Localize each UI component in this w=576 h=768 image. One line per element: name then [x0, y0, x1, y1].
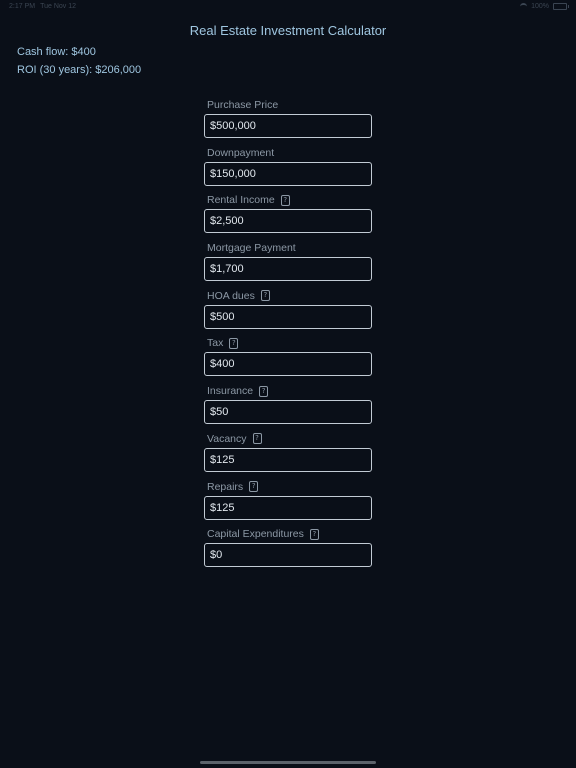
purchase-price-input[interactable] [204, 114, 372, 138]
insurance-label: Insurance [207, 385, 254, 398]
downpayment-label: Downpayment [207, 146, 275, 159]
page-title: Real Estate Investment Calculator [189, 23, 387, 38]
help-icon[interactable]: ? [252, 433, 262, 445]
field-label: Rental Income ? [204, 193, 372, 207]
cash-flow-result: Cash flow: $400 [17, 46, 96, 58]
downpayment-field: Downpayment [204, 146, 372, 194]
status-left: 2:17 PM Tue Nov 12 [9, 3, 76, 10]
field-label: Insurance ? [204, 384, 372, 398]
field-label: Mortgage Payment [204, 241, 372, 255]
capital-expenditures-label: Capital Expenditures [207, 528, 304, 541]
field-label: Repairs ? [204, 480, 372, 494]
vacancy-label: Vacancy [207, 432, 247, 445]
help-icon[interactable]: ? [309, 528, 319, 540]
calculator-form: Purchase Price Downpayment Rental Income… [204, 98, 372, 575]
rental-income-input[interactable] [204, 209, 372, 234]
field-label: Downpayment [204, 146, 372, 160]
hoa-dues-input[interactable] [204, 304, 372, 329]
mortgage-payment-label: Mortgage Payment [207, 242, 296, 255]
rental-income-field: Rental Income ? [204, 193, 372, 241]
field-label: HOA dues ? [204, 289, 372, 303]
capital-expenditures-input[interactable] [204, 543, 372, 568]
insurance-field: Insurance ? [204, 384, 372, 432]
help-icon[interactable]: ? [260, 290, 270, 302]
status-date: Tue Nov 12 [40, 3, 77, 10]
capital-expenditures-field: Capital Expenditures ? [204, 527, 372, 575]
help-icon[interactable]: ? [280, 194, 290, 206]
mortgage-payment-field: Mortgage Payment [204, 241, 372, 289]
purchase-price-field: Purchase Price [204, 98, 372, 146]
field-label: Tax ? [204, 336, 372, 350]
wifi-icon [520, 3, 528, 10]
tax-field: Tax ? [204, 336, 372, 384]
status-bar: 2:17 PM Tue Nov 12 100% [0, 0, 576, 14]
field-label: Capital Expenditures ? [204, 527, 372, 541]
vacancy-field: Vacancy ? [204, 432, 372, 480]
status-time: 2:17 PM [9, 3, 36, 10]
battery-icon [553, 3, 569, 10]
insurance-input[interactable] [204, 400, 372, 425]
help-icon[interactable]: ? [259, 385, 269, 397]
results-summary: Cash flow: $400 ROI (30 years): $206,000 [17, 43, 141, 79]
mortgage-payment-input[interactable] [204, 257, 372, 282]
repairs-field: Repairs ? [204, 480, 372, 528]
downpayment-input[interactable] [204, 161, 372, 186]
tax-input[interactable] [204, 352, 372, 377]
repairs-label: Repairs [207, 480, 244, 493]
home-indicator[interactable] [200, 761, 376, 764]
tax-label: Tax [207, 337, 224, 350]
battery-percent: 100% [531, 3, 549, 10]
help-icon[interactable]: ? [249, 481, 259, 492]
vacancy-input[interactable] [204, 447, 372, 472]
field-label: Purchase Price [204, 98, 372, 112]
field-label: Vacancy ? [204, 432, 372, 446]
repairs-input[interactable] [204, 495, 372, 520]
hoa-dues-label: HOA dues [207, 289, 255, 302]
help-icon[interactable]: ? [229, 337, 239, 349]
roi-result: ROI (30 years): $206,000 [17, 64, 142, 76]
hoa-dues-field: HOA dues ? [204, 289, 372, 337]
rental-income-label: Rental Income [207, 194, 275, 207]
status-right: 100% [520, 3, 569, 10]
purchase-price-label: Purchase Price [207, 99, 279, 111]
